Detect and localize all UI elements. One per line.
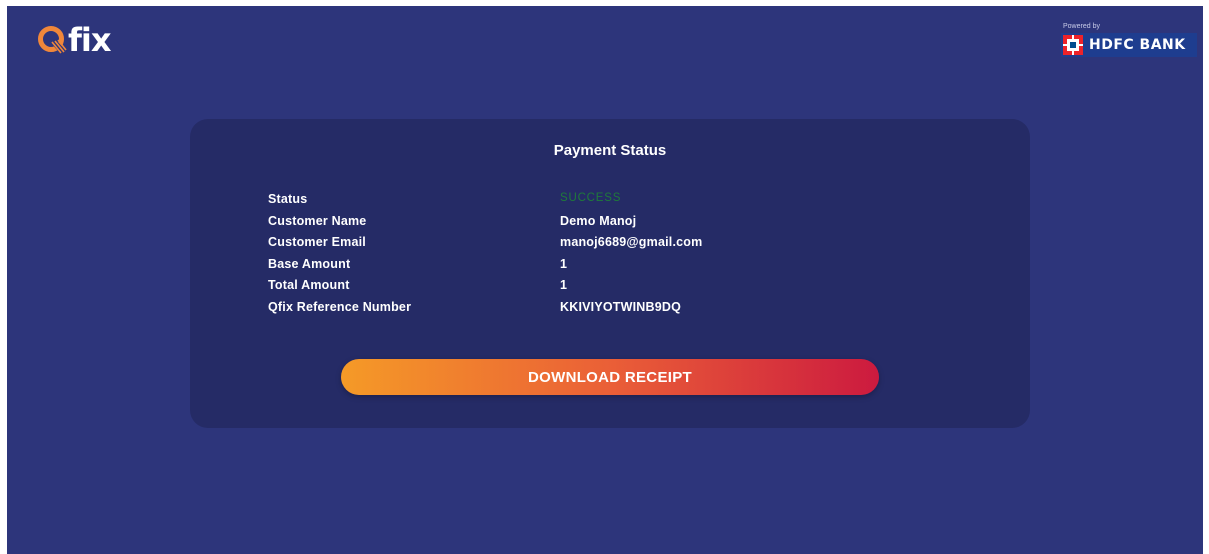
detail-value: 1 xyxy=(560,278,568,293)
detail-row-status: Status SUCCESS xyxy=(268,190,868,212)
detail-row-customer-email: Customer Email manoj6689@gmail.com xyxy=(268,233,868,255)
page-background: fix Powered by HDFC BANK Payment Status … xyxy=(7,6,1203,554)
hdfc-bank-name: HDFC BANK xyxy=(1089,37,1186,53)
hdfc-logo-icon xyxy=(1063,35,1083,55)
powered-by-label: Powered by xyxy=(1063,23,1100,30)
details-list: Status SUCCESS Customer Name Demo Manoj … xyxy=(268,190,868,320)
detail-value: Demo Manoj xyxy=(560,213,637,228)
detail-row-reference-number: Qfix Reference Number KKIVIYOTWINB9DQ xyxy=(268,298,868,320)
detail-label: Customer Email xyxy=(268,235,366,250)
detail-value: manoj6689@gmail.com xyxy=(560,235,703,250)
payment-status-card: Payment Status Status SUCCESS Customer N… xyxy=(190,119,1030,428)
detail-value: 1 xyxy=(560,256,568,271)
qfix-logo-icon xyxy=(38,26,67,55)
detail-label: Customer Name xyxy=(268,213,367,228)
detail-label: Total Amount xyxy=(268,278,350,293)
detail-label: Qfix Reference Number xyxy=(268,299,412,314)
detail-row-base-amount: Base Amount 1 xyxy=(268,255,868,277)
detail-value: KKIVIYOTWINB9DQ xyxy=(560,299,682,314)
detail-row-customer-name: Customer Name Demo Manoj xyxy=(268,212,868,234)
status-value: SUCCESS xyxy=(560,192,622,204)
download-receipt-button[interactable]: DOWNLOAD RECEIPT xyxy=(341,359,879,395)
qfix-logo[interactable]: fix xyxy=(37,20,112,60)
logo-text: fix xyxy=(68,21,112,59)
detail-row-total-amount: Total Amount 1 xyxy=(268,276,868,298)
detail-label: Base Amount xyxy=(268,256,351,271)
hdfc-bank-logo: HDFC BANK xyxy=(1061,33,1197,57)
card-title: Payment Status xyxy=(553,142,667,159)
powered-by-hdfc: Powered by HDFC BANK xyxy=(1061,22,1197,58)
detail-label: Status xyxy=(268,192,308,206)
